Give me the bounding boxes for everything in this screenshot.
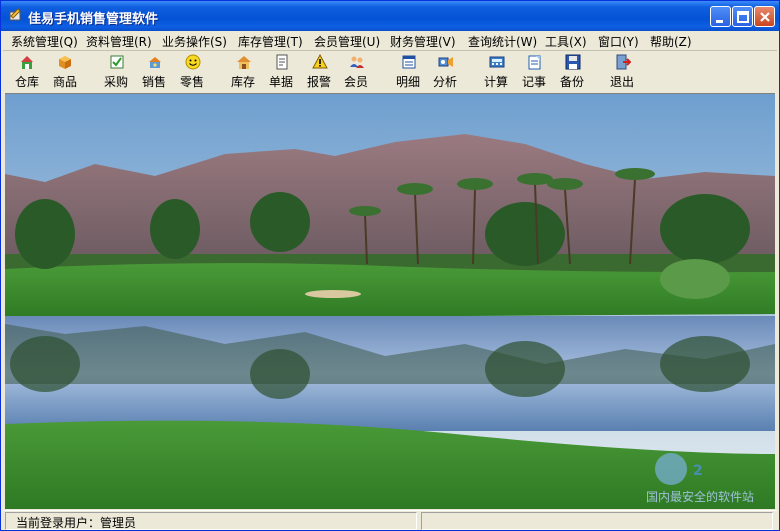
toolbar-label: 报警 [307, 75, 332, 89]
background-landscape-image [5, 93, 775, 509]
toolbar-label: 明细 [396, 75, 421, 89]
purchase-icon [110, 55, 124, 69]
toolbar-members-button[interactable]: 会员 [342, 52, 372, 90]
sale-icon [149, 57, 161, 68]
warning-icon [312, 54, 328, 69]
toolbar-label: 备份 [560, 75, 585, 89]
toolbar-label: 销售 [142, 75, 167, 89]
toolbar-label: 库存 [231, 75, 256, 89]
current-user-label: 当前登录用户：管理员 [16, 516, 137, 530]
toolbar-label: 分析 [433, 75, 458, 89]
maximize-icon [737, 11, 749, 23]
minimize-icon [716, 20, 723, 23]
watermark-logo: 2 国内最安全的软件站 [646, 453, 754, 504]
toolbar-calculator-button[interactable]: 计算 [482, 52, 512, 90]
toolbar-label: 退出 [610, 75, 635, 89]
details-icon [402, 55, 416, 69]
exit-icon [616, 54, 631, 70]
toolbar-warehouse-button[interactable]: 仓库 [13, 52, 43, 90]
smiley-icon [185, 54, 201, 70]
toolbar-label: 计算 [484, 75, 509, 89]
close-button[interactable] [754, 6, 775, 27]
watermark-text: 国内最安全的软件站 [646, 489, 754, 504]
window-title: 佳易手机销售管理软件 [28, 12, 159, 27]
toolbar-label: 单据 [269, 75, 294, 89]
menu-inventory[interactable]: 库存管理(T) [238, 33, 303, 50]
toolbar-goods-button[interactable]: 商品 [51, 52, 81, 90]
landscape-scene [5, 94, 775, 509]
title-bar[interactable]: 佳易手机销售管理软件 [1, 1, 779, 31]
toolbar-label: 零售 [180, 75, 205, 89]
toolbar-document-button[interactable]: 单据 [267, 52, 297, 90]
menu-system[interactable]: 系统管理(Q) [11, 33, 78, 50]
note-icon [528, 55, 541, 70]
stock-icon [237, 56, 251, 69]
maximize-button[interactable] [732, 6, 753, 27]
menu-tools[interactable]: 工具(X) [545, 33, 587, 50]
toolbar: 仓库 商品 采购 销售 零售 库存 单据 报警 会员 明细 分析 计算 记事 备… [3, 51, 777, 91]
status-panel-secondary [421, 512, 773, 530]
menu-bar: 系统管理(Q) 资料管理(R) 业务操作(S) 库存管理(T) 会员管理(U) … [3, 31, 777, 50]
toolbar-stock-button[interactable]: 库存 [229, 52, 259, 90]
toolbar-label: 会员 [344, 75, 369, 89]
toolbar-label: 商品 [53, 75, 78, 89]
app-window: 佳易手机销售管理软件 系统管理(Q) 资料管理(R) 业务操作(S) 库存管理(… [0, 0, 780, 531]
toolbar-note-button[interactable]: 记事 [520, 52, 550, 90]
floppy-icon [565, 54, 581, 70]
close-icon [760, 12, 770, 22]
document-icon [276, 54, 288, 70]
menu-help[interactable]: 帮助(Z) [650, 33, 692, 50]
svg-text:2: 2 [693, 463, 703, 479]
toolbar-details-button[interactable]: 明细 [394, 52, 424, 90]
toolbar-alarm-button[interactable]: 报警 [305, 52, 335, 90]
toolbar-label: 仓库 [15, 75, 40, 89]
menu-window[interactable]: 窗口(Y) [598, 33, 639, 50]
toolbar-sale-button[interactable]: 销售 [140, 52, 170, 90]
warehouse-icon [21, 56, 33, 69]
toolbar-label: 采购 [104, 75, 129, 89]
menu-finance[interactable]: 财务管理(V) [390, 33, 456, 50]
toolbar-backup-button[interactable]: 备份 [558, 52, 588, 90]
toolbar-retail-button[interactable]: 零售 [178, 52, 208, 90]
members-icon [350, 56, 364, 68]
calculator-icon [489, 56, 505, 68]
menu-data[interactable]: 资料管理(R) [86, 33, 152, 50]
toolbar-analysis-button[interactable]: 分析 [431, 52, 461, 90]
menu-members[interactable]: 会员管理(U) [314, 33, 380, 50]
menu-business[interactable]: 业务操作(S) [162, 33, 227, 50]
status-panel-user: 当前登录用户：管理员 [5, 512, 417, 530]
toolbar-exit-button[interactable]: 退出 [608, 52, 638, 90]
toolbar-label: 记事 [522, 75, 547, 89]
toolbar-purchase-button[interactable]: 采购 [102, 52, 132, 90]
app-icon [9, 8, 21, 21]
status-bar: 当前登录用户：管理员 [3, 510, 777, 530]
analysis-icon [438, 57, 453, 67]
menu-query[interactable]: 查询统计(W) [468, 33, 537, 50]
minimize-button[interactable] [710, 6, 731, 27]
box-icon [59, 56, 71, 69]
